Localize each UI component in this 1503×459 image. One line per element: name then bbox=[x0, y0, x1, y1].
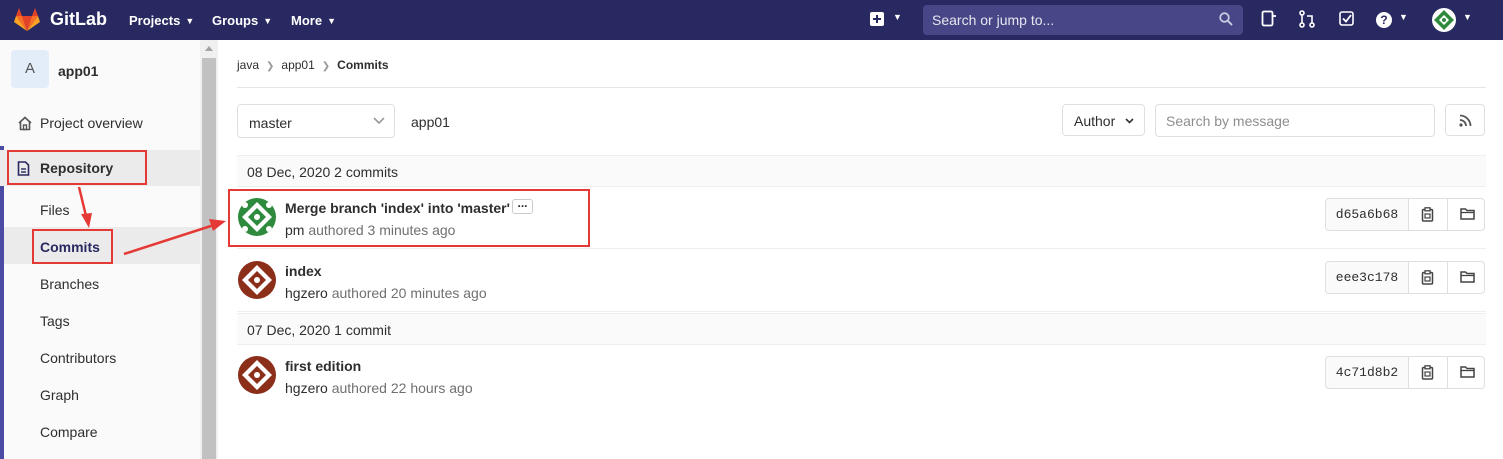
project-avatar[interactable]: A bbox=[11, 50, 49, 88]
commits-day-header: 07 Dec, 2020 1 commit bbox=[237, 313, 1486, 345]
clipboard-icon bbox=[1421, 270, 1434, 285]
rss-button[interactable] bbox=[1445, 104, 1485, 136]
scroll-up-icon[interactable] bbox=[205, 46, 213, 51]
commit-title[interactable]: index bbox=[285, 263, 322, 279]
commit-row: index hgzero authored 20 minutes ago eee… bbox=[237, 250, 1486, 312]
help-icon[interactable]: ? bbox=[1376, 12, 1392, 28]
search-icon[interactable] bbox=[1219, 12, 1233, 26]
browse-files-button[interactable] bbox=[1448, 357, 1484, 388]
chevron-right-icon: ❯ bbox=[321, 61, 331, 72]
chevron-down-icon: ▼ bbox=[1463, 12, 1472, 22]
commit-row: first edition hgzero authored 22 hours a… bbox=[237, 345, 1486, 407]
commit-meta: hgzero authored 20 minutes ago bbox=[285, 285, 487, 301]
global-search bbox=[923, 5, 1243, 35]
sidebar-subitem-contributors[interactable]: Contributors bbox=[40, 350, 116, 366]
brand-name[interactable]: GitLab bbox=[50, 9, 107, 30]
commit-sha-group: eee3c178 bbox=[1325, 261, 1485, 294]
commit-author[interactable]: hgzero bbox=[285, 380, 328, 396]
chevron-down-icon bbox=[1125, 118, 1134, 124]
search-input[interactable] bbox=[923, 5, 1212, 35]
copy-sha-button[interactable] bbox=[1409, 262, 1448, 293]
commit-search bbox=[1155, 104, 1435, 137]
commit-time: 22 hours ago bbox=[390, 380, 473, 396]
commit-sha-group: d65a6b68 bbox=[1325, 198, 1485, 231]
chevron-down-icon bbox=[373, 117, 385, 125]
sidebar-subitem-files[interactable]: Files bbox=[40, 202, 70, 218]
authored-text: authored bbox=[331, 285, 387, 301]
active-section-indicator bbox=[0, 146, 4, 459]
clipboard-icon bbox=[1421, 365, 1434, 380]
gitlab-logo-icon[interactable] bbox=[14, 8, 40, 32]
folder-icon bbox=[1460, 366, 1475, 378]
new-plus-icon[interactable] bbox=[870, 12, 884, 26]
chevron-down-icon: ▼ bbox=[1399, 12, 1408, 22]
path-breadcrumb[interactable]: app01 bbox=[411, 114, 450, 130]
project-name[interactable]: app01 bbox=[58, 63, 98, 79]
commit-title[interactable]: first edition bbox=[285, 358, 361, 374]
sidebar-item-project-overview[interactable]: Project overview bbox=[0, 105, 200, 141]
commit-author[interactable]: hgzero bbox=[285, 285, 328, 301]
chevron-down-icon: ▼ bbox=[327, 16, 336, 26]
authored-text: authored bbox=[331, 380, 387, 396]
projects-menu[interactable]: Projects ▼ bbox=[129, 13, 194, 28]
commit-sha-button[interactable]: d65a6b68 bbox=[1326, 199, 1409, 230]
commit-sha-group: 4c71d8b2 bbox=[1325, 356, 1485, 389]
top-navbar: GitLab Projects▼ Groups▼ More▼ ▼ ? ▼ ▼ bbox=[0, 0, 1503, 40]
author-avatar[interactable] bbox=[238, 261, 276, 299]
copy-sha-button[interactable] bbox=[1409, 357, 1448, 388]
browse-files-button[interactable] bbox=[1448, 262, 1484, 293]
annotation-box-commit bbox=[228, 189, 590, 247]
scrollbar-thumb[interactable] bbox=[202, 58, 216, 459]
sidebar-subitem-graph[interactable]: Graph bbox=[40, 387, 79, 403]
sidebar-subitem-compare[interactable]: Compare bbox=[40, 424, 98, 440]
commit-time: 20 minutes ago bbox=[390, 285, 487, 301]
breadcrumb-current[interactable]: Commits bbox=[337, 58, 388, 72]
folder-icon bbox=[1460, 271, 1475, 283]
breadcrumb: java ❯ app01 ❯ Commits bbox=[237, 58, 389, 72]
author-filter-button[interactable]: Author bbox=[1062, 104, 1145, 136]
folder-icon bbox=[1460, 208, 1475, 220]
chevron-down-icon: ▼ bbox=[893, 12, 902, 22]
chevron-down-icon: ▼ bbox=[185, 16, 195, 26]
home-icon bbox=[18, 116, 32, 131]
sidebar-scrollbar[interactable] bbox=[200, 40, 218, 459]
breadcrumb-item[interactable]: java bbox=[237, 58, 259, 72]
chevron-down-icon: ▼ bbox=[263, 16, 273, 26]
browse-files-button[interactable] bbox=[1448, 199, 1484, 230]
breadcrumb-item[interactable]: app01 bbox=[281, 58, 314, 72]
copy-sha-button[interactable] bbox=[1409, 199, 1448, 230]
user-avatar[interactable] bbox=[1432, 8, 1456, 32]
issues-icon[interactable] bbox=[1261, 10, 1277, 28]
more-menu[interactable]: More ▼ bbox=[291, 13, 336, 28]
groups-menu[interactable]: Groups ▼ bbox=[212, 13, 272, 28]
chevron-right-icon: ❯ bbox=[266, 61, 275, 72]
search-by-message-input[interactable] bbox=[1156, 105, 1416, 136]
commits-day-header: 08 Dec, 2020 2 commits bbox=[237, 155, 1486, 187]
sidebar-item-label: Project overview bbox=[40, 115, 143, 131]
branch-value: master bbox=[249, 115, 292, 131]
sidebar-subitem-tags[interactable]: Tags bbox=[40, 313, 70, 329]
author-avatar[interactable] bbox=[238, 356, 276, 394]
clipboard-icon bbox=[1421, 207, 1434, 222]
commit-sha-button[interactable]: 4c71d8b2 bbox=[1326, 357, 1409, 388]
branch-select[interactable]: master bbox=[237, 104, 395, 138]
author-label: Author bbox=[1074, 113, 1116, 129]
todos-icon[interactable] bbox=[1339, 10, 1355, 28]
annotation-box-commits bbox=[32, 229, 113, 264]
commit-sha-button[interactable]: eee3c178 bbox=[1326, 262, 1409, 293]
commit-meta: hgzero authored 22 hours ago bbox=[285, 380, 473, 396]
rss-icon bbox=[1459, 114, 1472, 127]
annotation-box-repository bbox=[7, 150, 147, 185]
divider bbox=[237, 87, 1486, 88]
sidebar-subitem-branches[interactable]: Branches bbox=[40, 276, 99, 292]
merge-requests-icon[interactable] bbox=[1299, 10, 1315, 28]
